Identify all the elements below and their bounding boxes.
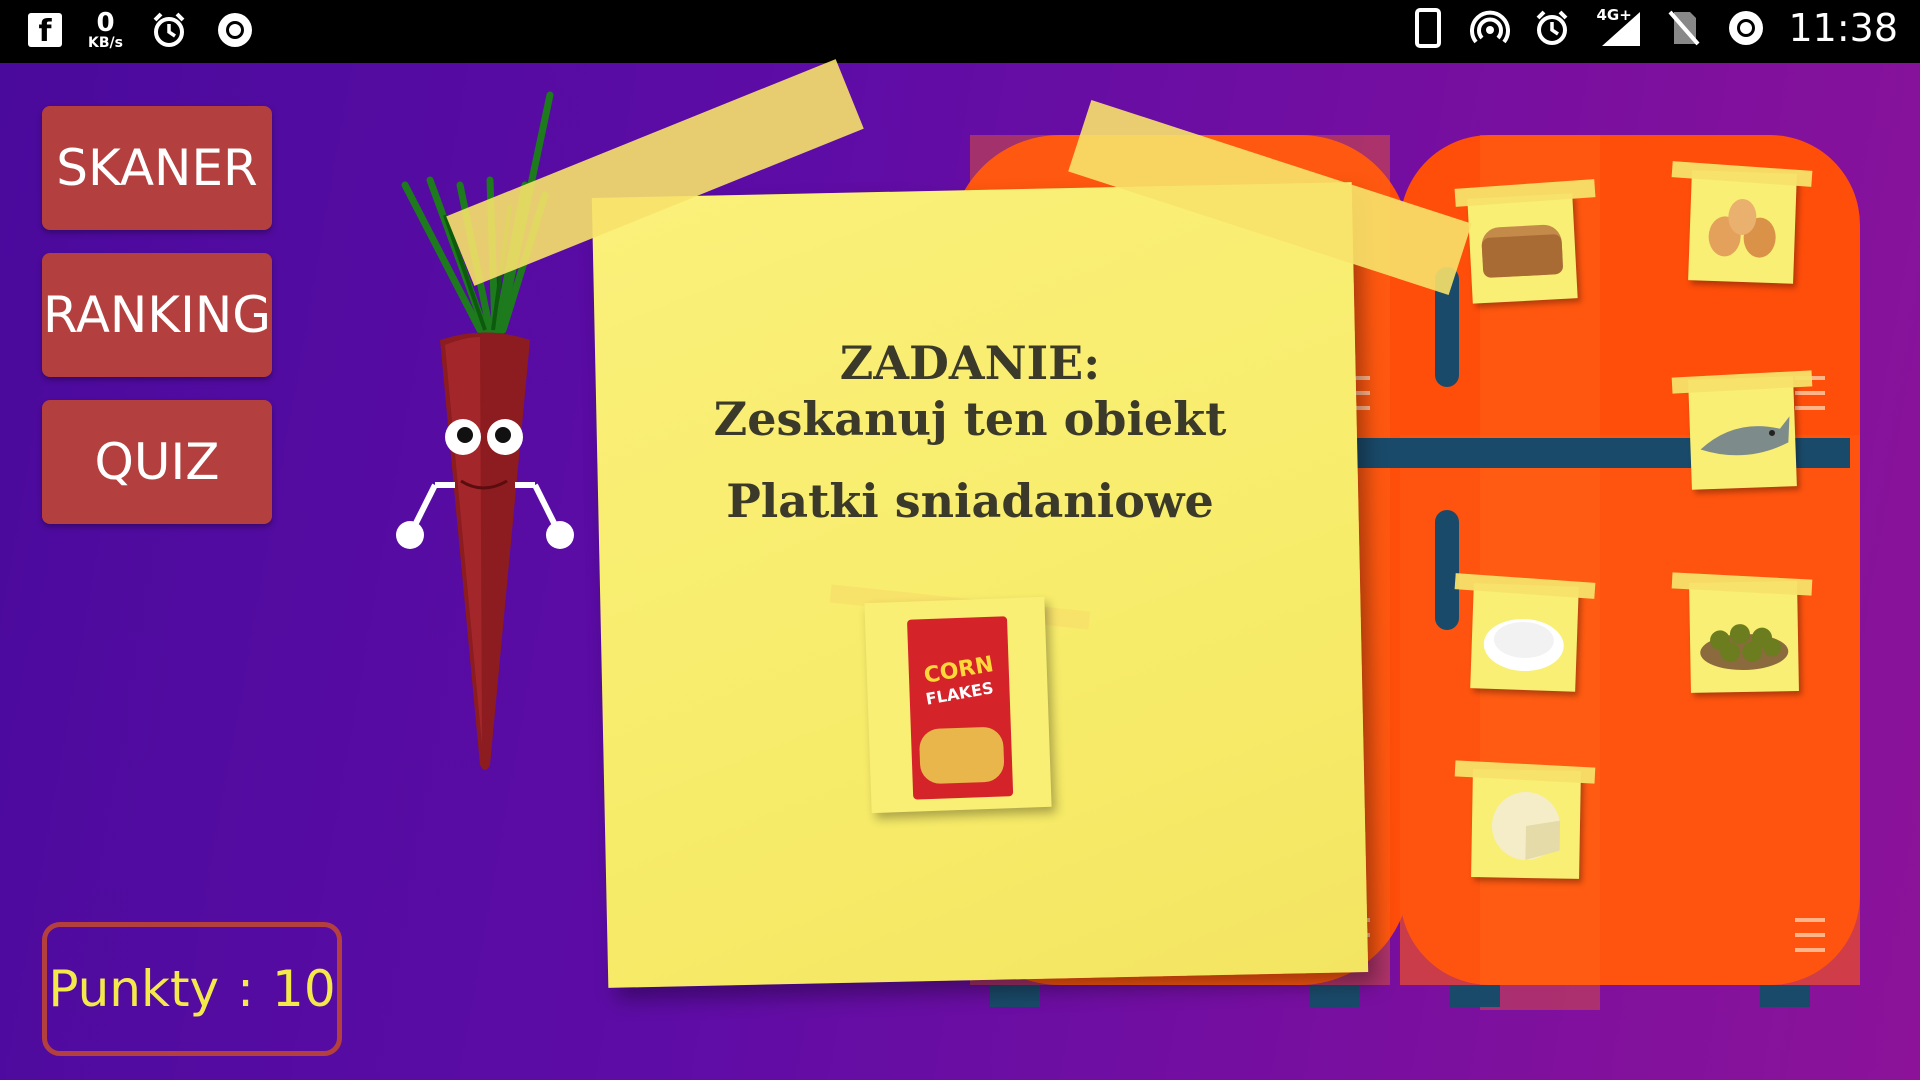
hotspot-icon [1470, 8, 1511, 48]
clock: 11:38 [1788, 6, 1898, 50]
task-note [591, 182, 1369, 988]
signal-4g-icon: 4G+ [1594, 6, 1642, 48]
record-icon [215, 10, 255, 50]
network-type-label: 4G+ [1596, 6, 1632, 24]
ranking-button[interactable]: RANKING [42, 253, 272, 377]
alarm-icon-right [1532, 8, 1572, 48]
fridge-item-fish[interactable] [1688, 376, 1797, 490]
network-speed-indicator: 0 KB/s [88, 10, 123, 50]
scanner-button[interactable]: SKANER [42, 106, 272, 230]
no-sim-icon [1664, 8, 1704, 48]
status-bar: f 0 KB/s 4G+ 11:38 [0, 0, 1920, 63]
bread-icon [1481, 224, 1563, 278]
olives-icon [1700, 624, 1789, 671]
cereal-bowl [918, 726, 1005, 785]
score-value: 10 [272, 960, 336, 1018]
fish-icon [1700, 416, 1790, 456]
phone-icon [1408, 8, 1448, 48]
score-separator: : [237, 960, 255, 1018]
task-title: ZADANIE: [839, 336, 1101, 390]
rice-icon [1483, 618, 1564, 671]
net-speed-value: 0 [96, 8, 115, 38]
fridge-item-olives[interactable] [1689, 581, 1799, 693]
task-text-block: ZADANIE: Zeskanuj ten obiekt Platki snia… [620, 335, 1320, 529]
score-label: Punkty [48, 960, 220, 1018]
alarm-icon [149, 10, 189, 50]
fridge-item-eggs[interactable] [1688, 170, 1797, 284]
net-speed-unit: KB/s [88, 35, 123, 51]
fridge-item-cheese[interactable] [1471, 769, 1581, 879]
record-icon-right [1726, 8, 1766, 48]
quiz-button[interactable]: QUIZ [42, 400, 272, 524]
facebook-icon: f [28, 13, 62, 47]
task-instruction: Zeskanuj ten obiekt [713, 392, 1227, 446]
cheese-icon [1491, 791, 1561, 860]
target-item-card: CORN FLAKES [864, 596, 1052, 814]
fridge-item-bread[interactable] [1467, 193, 1578, 304]
score-box: Punkty : 10 [42, 922, 342, 1056]
task-item-name: Platki sniadaniowe [726, 474, 1214, 528]
corn-flakes-box-icon: CORN FLAKES [906, 616, 1014, 800]
eggs-icon [1708, 198, 1776, 258]
fridge-item-rice[interactable] [1470, 583, 1579, 692]
